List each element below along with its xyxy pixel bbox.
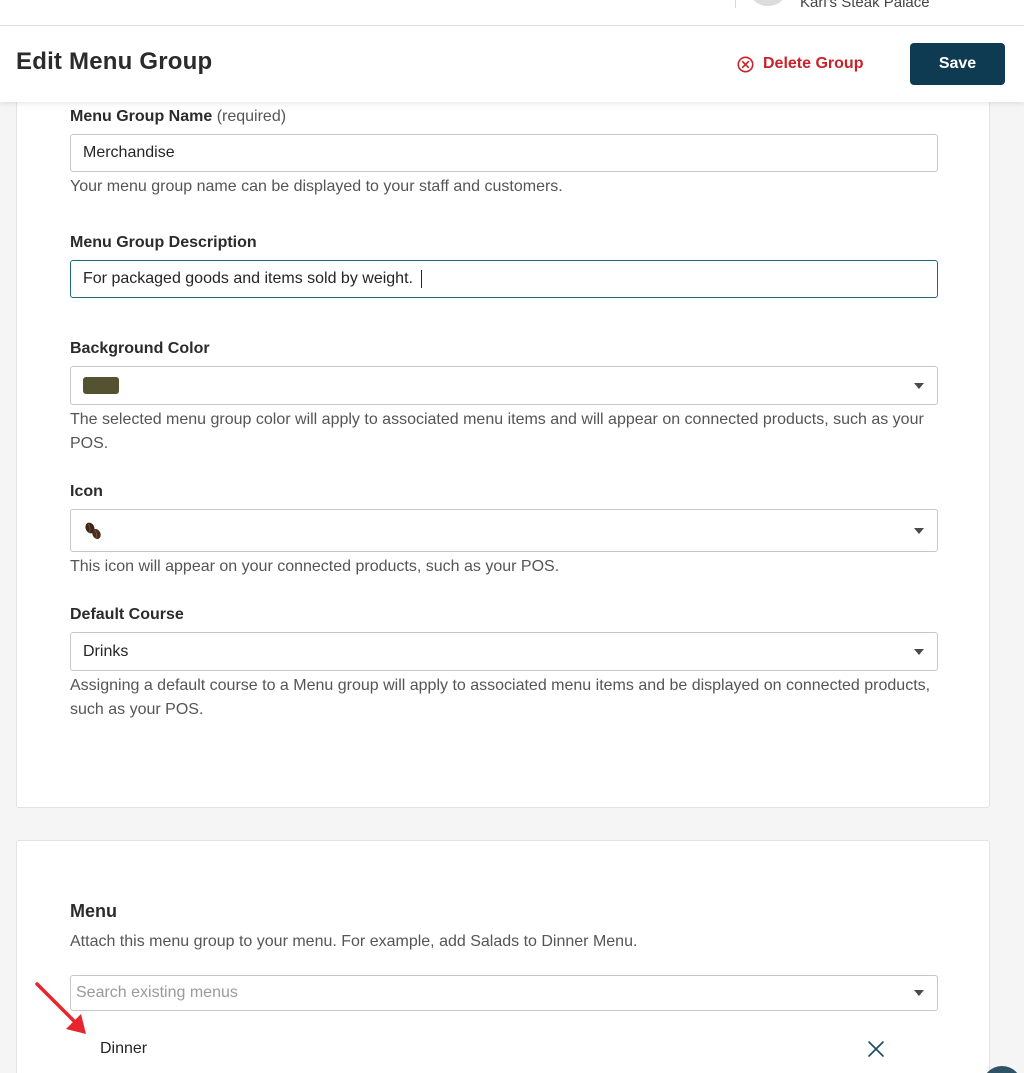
menu-group-name-value: Merchandise [83, 144, 175, 161]
search-menus-input[interactable]: Search existing menus [70, 975, 938, 1011]
page-header: Edit Menu Group Delete Group Save [0, 26, 1024, 102]
circle-x-icon [737, 55, 754, 73]
remove-menu-close-icon[interactable] [867, 1040, 885, 1058]
menu-group-name-label-text: Menu Group Name [70, 108, 213, 125]
menu-section-help: Attach this menu group to your menu. For… [70, 933, 638, 950]
background-color-help: The selected menu group color will apply… [70, 411, 924, 452]
avatar[interactable] [752, 0, 784, 6]
menu-group-name-label: Menu Group Name (required) [70, 108, 286, 126]
chevron-down-icon [914, 648, 924, 655]
top-bar: Kari's Steak Palace [0, 0, 1024, 26]
menu-section-title: Menu [70, 901, 117, 921]
chevron-down-icon [914, 990, 924, 996]
chevron-down-icon [914, 382, 924, 389]
menu-group-description-label: Menu Group Description [70, 234, 257, 251]
default-course-value: Drinks [83, 642, 129, 660]
annotation-arrow-icon [35, 982, 86, 1034]
icon-select[interactable] [70, 509, 938, 552]
menu-group-details-card: Menu Group Name (required) Merchandise Y… [16, 80, 990, 808]
text-cursor [420, 270, 422, 288]
color-swatch [83, 377, 119, 394]
menu-group-description-input[interactable]: For packaged goods and items sold by wei… [70, 260, 938, 298]
background-color-select[interactable] [70, 366, 938, 405]
menu-attachment-card: Menu Attach this menu group to your menu… [16, 840, 990, 1073]
delete-group-button[interactable]: Delete Group [736, 51, 863, 77]
search-menus-placeholder: Search existing menus [76, 984, 238, 1001]
icon-help: This icon will appear on your connected … [70, 558, 560, 575]
save-button[interactable]: Save [910, 43, 1005, 85]
default-course-label: Default Course [70, 606, 184, 623]
default-course-select[interactable]: Drinks [70, 632, 938, 671]
default-course-help: Assigning a default course to a Menu gro… [70, 677, 931, 718]
icon-label: Icon [70, 483, 103, 500]
menu-group-description-value: For packaged goods and items sold by wei… [83, 270, 413, 287]
background-color-label: Background Color [70, 340, 210, 357]
chevron-down-icon [914, 527, 924, 534]
top-bar-divider [735, 0, 736, 8]
delete-group-label: Delete Group [763, 55, 864, 72]
menu-group-name-input[interactable]: Merchandise [70, 134, 938, 172]
required-hint: (required) [216, 108, 287, 125]
menu-group-name-help: Your menu group name can be displayed to… [70, 178, 563, 195]
attached-menu-item: Dinner [100, 1040, 148, 1057]
page-title: Edit Menu Group [16, 48, 213, 75]
restaurant-name[interactable]: Kari's Steak Palace [800, 0, 930, 11]
coffee-beans-icon [83, 520, 105, 542]
